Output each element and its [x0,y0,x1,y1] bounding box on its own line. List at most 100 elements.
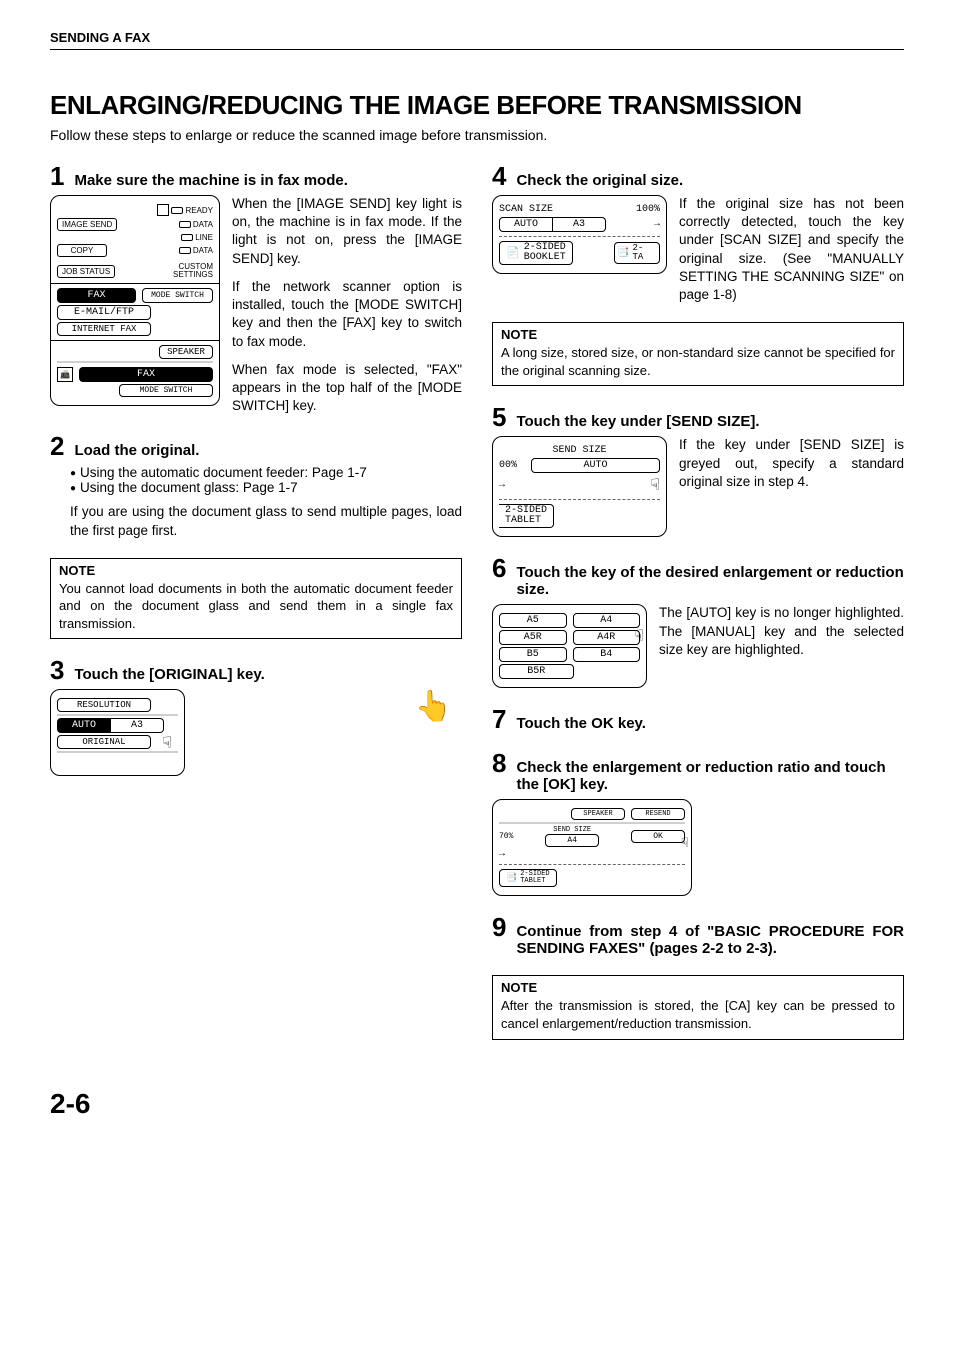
note-box: NOTE You cannot load documents in both t… [50,558,462,640]
send-size-label: SEND SIZE [553,826,591,834]
ok-button[interactable]: OK [631,830,685,843]
step-6-text: The [AUTO] key is no longer highlighted.… [659,604,904,659]
control-panel-illustration: READY IMAGE SEND DATA LINE COPY DATA JOB [50,195,220,406]
ready-label: READY [185,206,213,215]
image-send-button[interactable]: IMAGE SEND [57,218,117,231]
step-number: 3 [50,657,64,683]
step-number: 6 [492,555,506,581]
size-b5-button[interactable]: B5 [499,647,567,662]
a4-button[interactable]: A4 [545,834,599,847]
percent-label: 100% [636,204,660,215]
left-column: 1 Make sure the machine is in fax mode. … [50,163,462,1058]
auto-badge: AUTO [499,217,553,232]
size-b4-button[interactable]: B4 [573,647,641,662]
step-1: 1 Make sure the machine is in fax mode. … [50,163,462,415]
step-number: 9 [492,914,506,940]
step-3: 3 Touch the [ORIGINAL] key. RESOLUTION A… [50,657,462,776]
pointer-icon: ☟ [681,836,689,851]
email-ftp-tab[interactable]: E-MAIL/FTP [57,305,151,320]
arrow-icon [499,849,505,860]
original-button[interactable]: ORIGINAL [57,735,151,749]
note-box: NOTE After the transmission is stored, t… [492,975,904,1039]
send-size-label: SEND SIZE [552,445,606,456]
step-title: Check the enlargement or reduction ratio… [516,759,904,793]
line-label: LINE [195,233,213,242]
copy-button[interactable]: COPY [57,244,107,257]
pointer-icon: ☟ [634,626,644,646]
step-1-text: When the [IMAGE SEND] key light is on, t… [232,195,462,415]
step-7: 7 Touch the OK key. [492,706,904,732]
step-title: Check the original size. [516,172,904,189]
step-8: 8 Check the enlargement or reduction rat… [492,750,904,896]
original-key-panel: RESOLUTION AUTO A3 ORIGINAL ☟ [50,689,185,776]
mode-switch-button[interactable]: MODE SWITCH [142,288,213,303]
scan-size-label: SCAN SIZE [499,204,553,215]
step-2: 2 Load the original. Using the automatic… [50,433,462,539]
size-a5-button[interactable]: A5 [499,613,567,628]
auto-send-size-button[interactable]: AUTO [531,458,660,473]
step-title: Touch the key of the desired enlargement… [516,564,904,598]
size-a3: A3 [111,718,164,733]
speaker-button[interactable]: SPEAKER [159,345,213,359]
step-number: 8 [492,750,506,776]
note-body: A long size, stored size, or non-standar… [493,342,903,385]
step-2-bullets: Using the automatic document feeder: Pag… [70,465,462,495]
two-column-layout: 1 Make sure the machine is in fax mode. … [50,163,904,1058]
size-a4-button[interactable]: A4 [573,613,641,628]
step-title: Load the original. [74,442,462,459]
size-grid-panel: A5 A4 A5R A4R ☟ B5 B4 B5R [492,604,647,688]
two-sided-tablet-button[interactable]: 📑 2-TA [614,242,660,264]
internet-fax-tab[interactable]: INTERNET FAX [57,322,151,336]
resend-button[interactable]: RESEND [631,808,685,820]
custom-settings-label: CUSTOM SETTINGS [173,263,213,279]
note-title: NOTE [51,559,461,578]
step-title: Touch the [ORIGINAL] key. [74,666,462,683]
fax-mode-indicator: FAX [79,367,213,382]
job-status-button[interactable]: JOB STATUS [57,265,115,278]
bullet-item: Using the document glass: Page 1-7 [70,480,462,495]
auto-badge: AUTO [57,718,111,733]
note-box: NOTE A long size, stored size, or non-st… [492,322,904,386]
size-a5r-button[interactable]: A5R [499,630,567,645]
data-label: DATA [193,220,213,229]
two-sided-tablet-button[interactable]: 2-SIDEDTABLET [499,504,554,528]
hand-icon: 👆 [197,689,462,724]
two-sided-booklet-button[interactable]: 📄 2-SIDEDBOOKLET [499,241,573,265]
size-b5r-button[interactable]: B5R [499,664,574,679]
two-sided-tablet-button[interactable]: 📑 2-SIDEDTABLET [499,869,557,887]
step-title: Continue from step 4 of "BASIC PROCEDURE… [516,923,904,957]
step-number: 1 [50,163,64,189]
step-title: Make sure the machine is in fax mode. [74,172,462,189]
mode-switch-key[interactable]: MODE SWITCH [119,384,213,397]
right-column: 4 Check the original size. SCAN SIZE 100… [492,163,904,1058]
ok-panel: SPEAKER RESEND 70% SEND SIZE A4 OK ☟ [492,799,692,896]
fax-tab[interactable]: FAX [57,288,136,303]
step-4-text: If the original size has not been correc… [679,195,904,304]
step-9: 9 Continue from step 4 of "BASIC PROCEDU… [492,914,904,957]
send-size-panel: SEND SIZE 00% AUTO ☟ 2-SIDEDTABLET [492,436,667,537]
pointer-icon: ☟ [162,733,172,753]
arrow-icon [499,480,505,491]
step-5-text: If the key under [SEND SIZE] is greyed o… [679,436,904,491]
section-header: SENDING A FAX [50,30,904,50]
step-title: Touch the OK key. [516,715,904,732]
step-4: 4 Check the original size. SCAN SIZE 100… [492,163,904,304]
percent-label: 00% [499,460,517,471]
bullet-item: Using the automatic document feeder: Pag… [70,465,462,480]
size-a4r-button[interactable]: A4R [573,630,641,645]
page-number: 2-6 [50,1088,904,1120]
speaker-button[interactable]: SPEAKER [571,808,625,820]
pointer-icon: ☟ [509,475,660,495]
note-title: NOTE [493,976,903,995]
resolution-button[interactable]: RESOLUTION [57,698,151,712]
step-number: 4 [492,163,506,189]
page-title: ENLARGING/REDUCING THE IMAGE BEFORE TRAN… [50,90,904,121]
step-number: 2 [50,433,64,459]
note-title: NOTE [493,323,903,342]
step-6: 6 Touch the key of the desired enlargeme… [492,555,904,688]
arrow-icon [606,219,660,230]
step-number: 5 [492,404,506,430]
note-body: After the transmission is stored, the [C… [493,995,903,1038]
percent-label: 70% [499,832,513,841]
step-number: 7 [492,706,506,732]
